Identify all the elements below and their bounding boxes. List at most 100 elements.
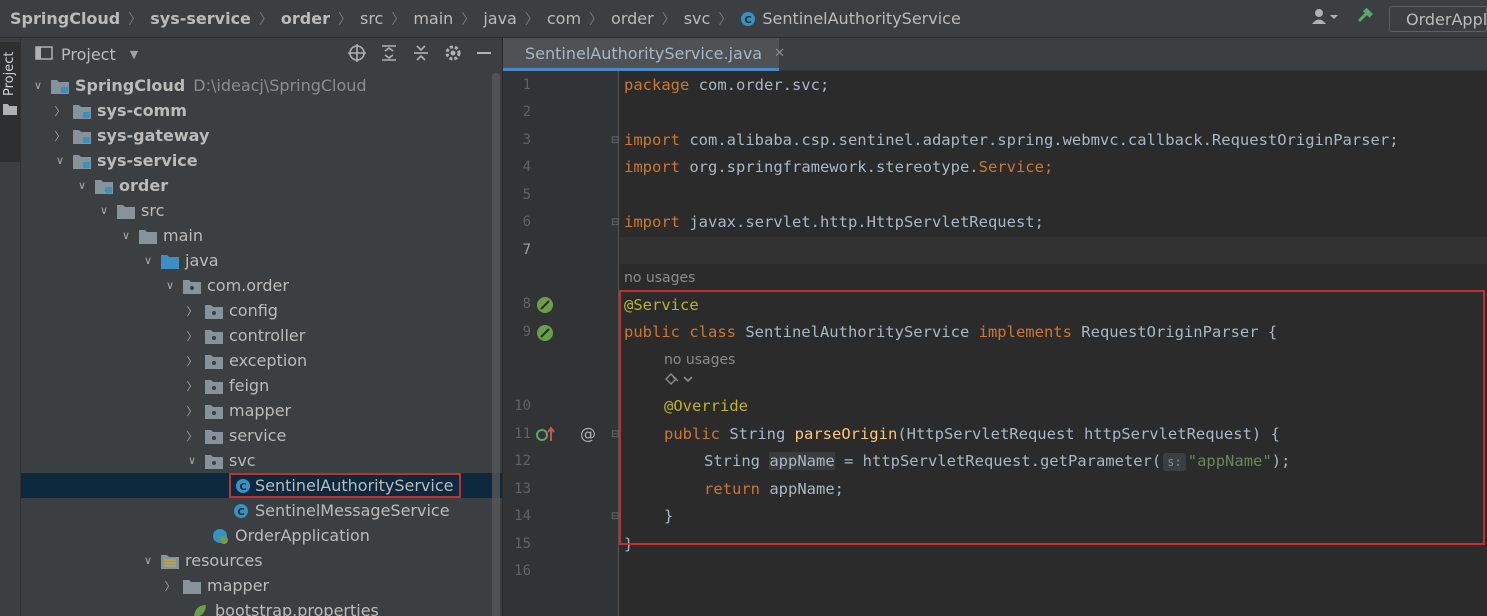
breadcrumb: SpringCloud 〉 sys-service 〉 order 〉 src … (0, 0, 963, 37)
tree-item-com-order[interactable]: ∨ com.order (21, 273, 502, 298)
chevron-down-icon[interactable]: ∨ (31, 79, 45, 92)
code-editor[interactable]: 1 2 3 4 5 6 7 8 9 10 11 12 13 14 15 16 @… (503, 71, 1487, 616)
tree-item-java[interactable]: ∨ java (21, 248, 502, 273)
tree-item-config[interactable]: 〉 config (21, 298, 502, 323)
code-text: String (720, 425, 795, 443)
tree-item-label: sys-comm (97, 101, 187, 120)
annotation-at-icon[interactable]: @ (580, 424, 596, 443)
tree-item-sys-gateway[interactable]: 〉 sys-gateway (21, 123, 502, 148)
tree-item-bootstrap-properties[interactable]: bootstrap.properties (21, 598, 502, 616)
package-folder-icon (205, 403, 223, 419)
breadcrumb-item[interactable]: SpringCloud (8, 9, 122, 28)
chevron-down-icon[interactable]: ∨ (97, 204, 111, 217)
chevron-right-icon[interactable]: 〉 (185, 353, 199, 369)
breadcrumb-item[interactable]: com (545, 9, 583, 28)
breadcrumb-item[interactable]: java (481, 9, 519, 28)
tree-item-label: sys-service (97, 151, 198, 170)
tree-item-mapper[interactable]: 〉 mapper (21, 398, 502, 423)
chevron-down-icon[interactable]: ∨ (53, 154, 67, 167)
close-icon[interactable]: ✕ (774, 46, 785, 61)
tree-item-order-application[interactable]: OrderApplication (21, 523, 502, 548)
tree-item-springcloud[interactable]: ∨ SpringCloud D:\ideacj\SpringCloud (21, 73, 502, 98)
chevron-right-icon[interactable]: 〉 (53, 103, 67, 119)
tree-item-sys-service[interactable]: ∨ sys-service (21, 148, 502, 173)
tree-item-main[interactable]: ∨ main (21, 223, 502, 248)
gear-icon[interactable] (444, 44, 462, 66)
spring-bean-icon[interactable] (535, 323, 555, 343)
fold-marker-icon[interactable]: ⊟ (611, 209, 619, 236)
folder-icon (139, 228, 157, 244)
tree-item-svc[interactable]: ∨ svc (21, 448, 502, 473)
breadcrumb-separator-icon: 〉 (337, 11, 352, 28)
breadcrumb-item[interactable]: src (358, 9, 385, 28)
chevron-down-icon[interactable]: ∨ (119, 229, 133, 242)
chevron-down-icon[interactable]: ∨ (141, 254, 155, 267)
code-line-12: String appName = httpServletRequest.getP… (704, 448, 1290, 475)
module-folder-icon (51, 78, 69, 94)
project-tool-window-label: Project (2, 51, 17, 96)
code-line-8: @Service (624, 292, 699, 319)
chevron-right-icon[interactable]: 〉 (53, 128, 67, 144)
tree-item-controller[interactable]: 〉 controller (21, 323, 502, 348)
chevron-right-icon[interactable]: 〉 (163, 578, 177, 594)
project-tree-scrollbar[interactable] (492, 73, 500, 616)
line-number: 1 (522, 77, 531, 93)
tree-item-label: exception (229, 351, 308, 370)
tree-item-exception[interactable]: 〉 exception (21, 348, 502, 373)
chevron-right-icon[interactable]: 〉 (185, 428, 199, 444)
line-number: 14 (514, 508, 531, 524)
spring-bean-icon[interactable] (535, 295, 555, 315)
project-panel-title[interactable]: Project (61, 45, 116, 64)
select-opened-file-icon[interactable] (348, 43, 366, 66)
svg-text:C: C (745, 15, 752, 26)
expand-all-icon[interactable] (380, 44, 398, 66)
tree-item-sentinel-message-service[interactable]: C SentinelMessageService (21, 498, 502, 523)
build-hammer-icon[interactable] (1355, 7, 1375, 31)
user-menu-icon[interactable] (1311, 8, 1341, 30)
code-text: appName; (760, 480, 844, 498)
tree-item-feign[interactable]: 〉 feign (21, 373, 502, 398)
tree-item-resources[interactable]: ∨ resources (21, 548, 502, 573)
tree-item-src[interactable]: ∨ src (21, 198, 502, 223)
tree-item-sentinel-authority-service[interactable]: C SentinelAuthorityService (21, 473, 502, 498)
chevron-down-icon[interactable]: ∨ (163, 279, 177, 292)
breadcrumb-item[interactable]: sys-service (148, 9, 253, 28)
code-line-3: import com.alibaba.csp.sentinel.adapter.… (624, 127, 1399, 154)
chevron-down-icon[interactable]: ▼ (130, 48, 138, 61)
collapse-all-icon[interactable] (412, 44, 430, 66)
chevron-right-icon[interactable]: 〉 (185, 328, 199, 344)
editor-tab-label: SentinelAuthorityService.java (525, 43, 763, 63)
run-configuration-select[interactable]: OrderApplication (1389, 6, 1487, 32)
chevron-right-icon[interactable]: 〉 (185, 378, 199, 394)
tree-item-sys-comm[interactable]: 〉 sys-comm (21, 98, 502, 123)
fold-marker-icon[interactable]: ⊟ (611, 127, 619, 154)
hide-panel-icon[interactable] (476, 45, 492, 65)
chevron-right-icon[interactable]: 〉 (185, 403, 199, 419)
tree-item-label: SpringCloud (75, 76, 186, 95)
line-number: 3 (522, 132, 531, 148)
breadcrumb-separator-icon: 〉 (718, 11, 733, 28)
editor-tab-active[interactable]: C SentinelAuthorityService.java ✕ (503, 38, 785, 71)
breadcrumb-item[interactable]: svc (682, 9, 713, 28)
fold-marker-icon[interactable]: ⊟ (611, 503, 619, 530)
chevron-down-icon[interactable]: ∨ (185, 454, 199, 467)
chevron-right-icon[interactable]: 〉 (185, 303, 199, 319)
svg-text:C: C (239, 482, 246, 493)
breadcrumb-current-file[interactable]: C SentinelAuthorityService (738, 9, 962, 28)
breadcrumb-item[interactable]: order (609, 9, 656, 28)
usages-hint[interactable]: no usages (624, 265, 695, 292)
package-folder-icon (205, 328, 223, 344)
implements-method-icon[interactable] (535, 425, 557, 443)
breadcrumb-item[interactable]: main (411, 9, 455, 28)
code-text: } (664, 507, 674, 525)
tree-item-service[interactable]: 〉 service (21, 423, 502, 448)
chevron-down-icon[interactable]: ∨ (75, 179, 89, 192)
project-tool-window-tab[interactable]: Project (0, 42, 21, 162)
tree-item-resources-mapper[interactable]: 〉 mapper (21, 573, 502, 598)
ai-assist-icon[interactable] (664, 369, 694, 396)
code-text: } (624, 535, 634, 553)
tree-item-order[interactable]: ∨ order (21, 173, 502, 198)
chevron-down-icon[interactable]: ∨ (141, 554, 155, 567)
fold-marker-icon[interactable]: ⊟ (611, 421, 619, 448)
breadcrumb-item[interactable]: order (279, 9, 332, 28)
